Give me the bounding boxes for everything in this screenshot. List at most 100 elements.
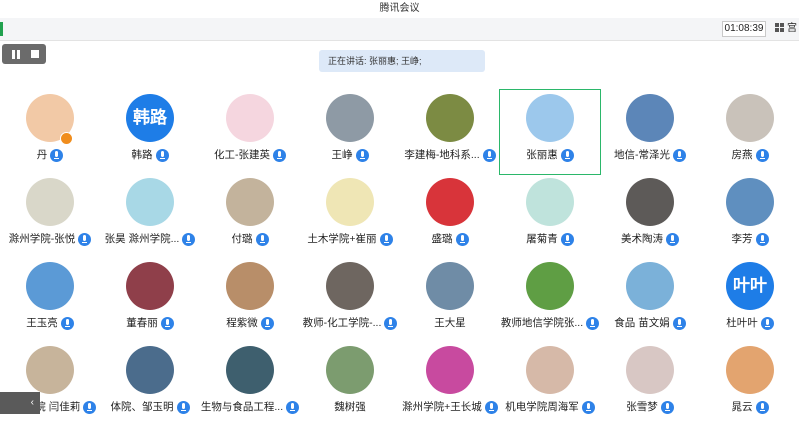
participant-tile[interactable]: 韩路 韩路 <box>100 90 200 174</box>
participant-tile[interactable]: 丹 <box>0 90 100 174</box>
participant-name-row: 地信-常泽光 <box>600 147 700 163</box>
participant-name-row: 张丽惠 <box>500 147 600 163</box>
participant-tile[interactable]: 化工-张建英 <box>200 90 300 174</box>
microphone-icon <box>155 148 169 162</box>
participant-avatar <box>426 178 474 226</box>
participant-tile[interactable]: 付璐 <box>200 174 300 258</box>
participant-name: 韩路 <box>131 149 153 162</box>
participant-avatar <box>626 178 674 226</box>
grid-layout-icon <box>775 23 784 32</box>
participant-name-row: 张昊 滁州学院... <box>100 231 200 247</box>
participant-avatar <box>626 94 674 142</box>
participant-name-row: 韩路 <box>100 147 200 163</box>
participant-avatar <box>326 346 374 394</box>
microphone-icon <box>160 316 174 330</box>
participant-name-row: 丹 <box>0 147 100 163</box>
participant-name-row: 教师-化工学院-... <box>300 315 400 331</box>
participant-tile[interactable]: 教师-化工学院-... <box>300 258 400 342</box>
participant-name: 地信-常泽光 <box>614 149 670 162</box>
participant-tile[interactable]: 张丽惠 <box>499 89 601 175</box>
layout-button[interactable]: 宫 <box>775 21 797 37</box>
collapse-panel-button[interactable]: ‹ <box>0 392 40 414</box>
participant-tile[interactable]: 屠菊青 <box>500 174 600 258</box>
participant-name-row: 程紫微 <box>200 315 300 331</box>
participant-avatar <box>126 262 174 310</box>
participant-name-row: 教师地信学院张... <box>500 315 600 331</box>
pause-icon[interactable] <box>12 50 20 59</box>
participant-avatar <box>726 346 774 394</box>
participant-name-row: 王峥 <box>300 147 400 163</box>
participant-avatar <box>426 94 474 142</box>
participant-tile[interactable]: 体院、邹玉明 <box>100 342 200 426</box>
participant-name: 王玉亮 <box>26 317 58 330</box>
microphone-icon <box>581 400 595 414</box>
participant-tile[interactable]: 房燕 <box>700 90 799 174</box>
participant-name-row: 董春丽 <box>100 315 200 331</box>
participant-name-row: 滁州学院-张悦 <box>0 231 100 247</box>
microphone-icon <box>560 232 574 246</box>
participant-tile[interactable]: 生物与食品工程... <box>200 342 300 426</box>
participant-avatar <box>226 94 274 142</box>
microphone-icon <box>379 232 393 246</box>
participant-name-row: 魏树强 <box>300 399 400 415</box>
participant-avatar <box>26 262 74 310</box>
participant-avatar <box>126 178 174 226</box>
participant-name: 魏树强 <box>334 401 366 414</box>
participant-tile[interactable]: 美术陶涛 <box>600 174 700 258</box>
participant-tile[interactable]: 叶叶 杜叶叶 <box>700 258 799 342</box>
participant-tile[interactable]: 张雪梦 <box>600 342 700 426</box>
participant-tile[interactable]: 地信-常泽光 <box>600 90 700 174</box>
participant-avatar <box>626 262 674 310</box>
participant-name-row: 体院、邹玉明 <box>100 399 200 415</box>
microphone-icon <box>260 316 274 330</box>
participant-avatar <box>226 178 274 226</box>
participant-tile[interactable]: 王大星 <box>400 258 500 342</box>
participant-tile[interactable]: 李芳 <box>700 174 799 258</box>
microphone-icon <box>384 316 398 330</box>
microphone-icon <box>255 232 269 246</box>
participant-tile[interactable]: 滁州学院-张悦 <box>0 174 100 258</box>
participant-name-row: 土木学院+崔丽 <box>300 231 400 247</box>
participant-tile[interactable]: 土木学院+崔丽 <box>300 174 400 258</box>
participant-tile[interactable]: 王玉亮 <box>0 258 100 342</box>
participant-name: 付璐 <box>231 233 253 246</box>
participant-tile[interactable]: 机电学院周海军 <box>500 342 600 426</box>
participant-name: 杜叶叶 <box>726 317 758 330</box>
participant-name: 屠菊青 <box>526 233 558 246</box>
participant-name-row: 食品 苗文娟 <box>600 315 700 331</box>
participant-avatar <box>526 178 574 226</box>
participant-tile[interactable]: 教师地信学院张... <box>500 258 600 342</box>
participant-name-row: 美术陶涛 <box>600 231 700 247</box>
participant-avatar <box>726 94 774 142</box>
microphone-icon <box>176 400 190 414</box>
participant-tile[interactable]: 张昊 滁州学院... <box>100 174 200 258</box>
recording-controls <box>2 44 46 64</box>
participant-name: 食品 苗文娟 <box>614 317 670 330</box>
participant-tile[interactable]: 滁州学院+王长城 <box>400 342 500 426</box>
participant-tile[interactable]: 王峥 <box>300 90 400 174</box>
stop-icon[interactable] <box>31 50 39 58</box>
participant-tile[interactable]: 董春丽 <box>100 258 200 342</box>
microphone-icon <box>672 316 686 330</box>
participant-name-row: 滁州学院+王长城 <box>400 399 500 415</box>
participant-tile[interactable]: 李建梅-地科系... <box>400 90 500 174</box>
participant-tile[interactable]: 魏树强 <box>300 342 400 426</box>
speaking-banner: 正在讲话: 张丽惠; 王峥; <box>319 50 485 72</box>
participant-name: 晁云 <box>731 401 753 414</box>
participant-tile[interactable]: 程紫微 <box>200 258 300 342</box>
microphone-icon <box>755 400 769 414</box>
participant-tile[interactable]: 晁云 <box>700 342 799 426</box>
microphone-icon <box>286 400 300 414</box>
participant-name: 机电学院周海军 <box>505 401 579 414</box>
participant-avatar <box>426 262 474 310</box>
microphone-icon <box>273 148 286 162</box>
microphone-icon <box>755 232 769 246</box>
participant-tile[interactable]: 食品 苗文娟 <box>600 258 700 342</box>
participant-name: 教师地信学院张... <box>500 317 584 330</box>
participant-name-row: 王大星 <box>400 315 500 331</box>
participant-avatar <box>426 346 474 394</box>
participant-tile[interactable]: 盛璐 <box>400 174 500 258</box>
microphone-icon <box>660 400 674 414</box>
participant-avatar <box>326 94 374 142</box>
participant-name: 房燕 <box>731 149 753 162</box>
